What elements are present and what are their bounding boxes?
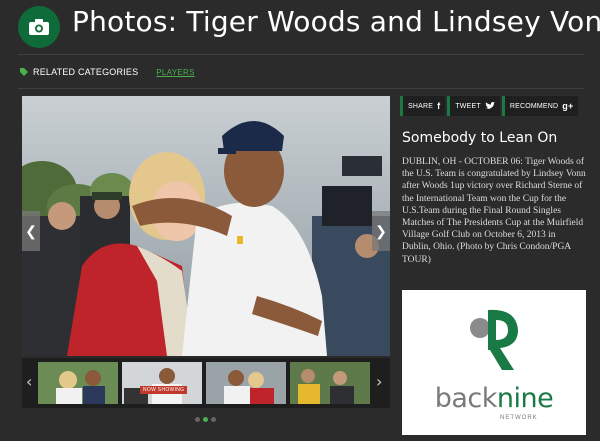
strip-prev-button[interactable]: ‹ — [26, 372, 32, 391]
now-showing-badge: NOW SHOWING — [140, 386, 188, 394]
categories-label: RELATED CATEGORIES — [33, 67, 139, 77]
thumbnail-2[interactable]: NOW SHOWING — [122, 362, 202, 404]
ad-network-label: NETWORK — [500, 415, 538, 421]
next-photo-button[interactable]: ❯ — [372, 211, 390, 251]
tweet-button[interactable]: TWEET — [447, 96, 500, 116]
caption-title: Somebody to Lean On — [402, 130, 558, 146]
slide-dot[interactable] — [195, 417, 200, 422]
slide-dot[interactable] — [211, 417, 216, 422]
google-plus-icon: g+ — [562, 101, 574, 111]
camera-icon — [29, 19, 49, 35]
header-divider — [18, 54, 584, 55]
chevron-left-icon: ❮ — [25, 222, 37, 239]
chevron-right-icon: ❯ — [375, 222, 387, 239]
share-bar: SHARE f TWEET RECOMMEND g+ — [400, 96, 584, 116]
backnine-logo-icon — [470, 309, 518, 370]
wordmark-nine: nine — [496, 383, 554, 414]
main-photo[interactable]: ❮ ❯ — [22, 96, 390, 356]
categories-divider — [18, 88, 584, 89]
category-link-players[interactable]: PLAYERS — [156, 68, 194, 77]
backnine-ad[interactable]: backnine NETWORK — [402, 290, 586, 435]
thumbnail-1[interactable] — [38, 362, 118, 404]
photo-image — [22, 96, 390, 356]
photo-caption: DUBLIN, OH - OCTOBER 06: Tiger Woods of … — [402, 157, 586, 265]
thumbnail-4[interactable] — [290, 362, 370, 404]
thumbnail-strip: ‹ NOW SHOWING › — [22, 358, 390, 408]
facebook-icon: f — [437, 101, 441, 111]
backnine-wordmark: backnine — [402, 383, 586, 414]
slide-dot-active[interactable] — [203, 417, 208, 422]
twitter-bird-icon — [484, 102, 495, 109]
page-header: Photos: Tiger Woods and Lindsey Vonn — [0, 0, 600, 52]
wordmark-back: back — [434, 383, 498, 414]
slide-dots — [195, 417, 216, 422]
share-label: SHARE — [408, 102, 434, 110]
camera-badge — [18, 6, 60, 48]
recommend-label: RECOMMEND — [509, 102, 559, 110]
tag-icon — [20, 68, 28, 76]
facebook-share-button[interactable]: SHARE f — [400, 96, 446, 116]
related-categories: RELATED CATEGORIES PLAYERS — [20, 65, 195, 79]
thumbnail-3[interactable] — [206, 362, 286, 404]
recommend-button[interactable]: RECOMMEND g+ — [501, 96, 579, 116]
page-title: Photos: Tiger Woods and Lindsey Vonn — [72, 5, 600, 38]
prev-photo-button[interactable]: ❮ — [22, 211, 40, 251]
strip-next-button[interactable]: › — [376, 372, 382, 391]
tweet-label: TWEET — [455, 102, 481, 110]
